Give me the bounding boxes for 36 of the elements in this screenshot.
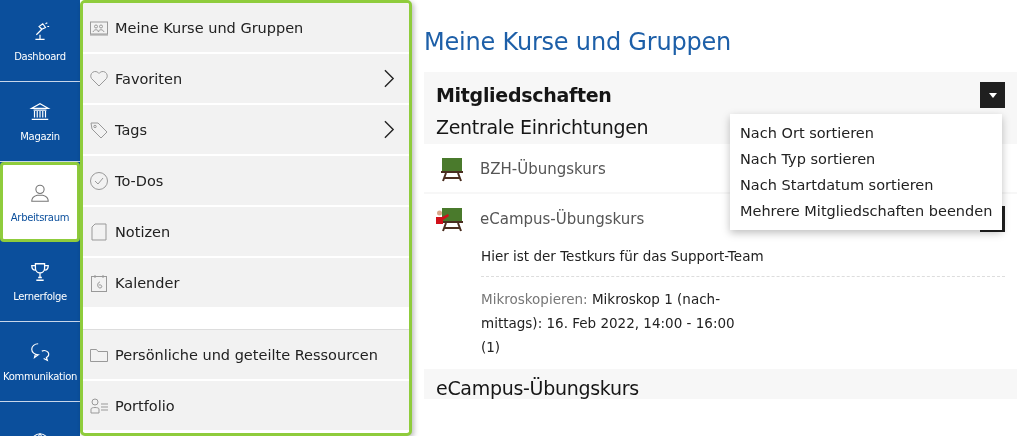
course-link[interactable]: eCampus-Übungskurs [480,210,645,228]
chat-icon [29,341,51,363]
submenu-item[interactable]: To-Dos [83,156,409,207]
calendar-icon [89,272,109,293]
page-title: Meine Kurse und Gruppen [424,28,733,56]
actions-button[interactable] [980,82,1005,108]
caret-down-icon [988,92,997,98]
property-label: Mikroskopieren: [481,291,588,307]
submenu-item[interactable]: Favoriten [83,54,409,105]
menu-item[interactable]: Nach Startdatum sortieren [730,172,1003,198]
menu-item[interactable]: Mehrere Mitgliedschaften beenden [730,198,1003,224]
submenu-item[interactable]: Kalender [83,258,409,309]
section-title: Zentrale Einrichtungen [436,116,649,138]
note-icon [89,221,109,242]
panel-title: Mitgliedschaften [436,84,612,106]
portfolio-icon [89,395,109,416]
menu-item[interactable]: Nach Ort sortieren [730,120,1003,146]
tag-icon [89,119,109,140]
submenu-item[interactable]: Portfolio [83,381,409,432]
heart-icon [89,68,109,89]
bank-icon [29,101,51,123]
submenu-item[interactable]: Persönliche und geteilte Ressourcen [83,330,409,381]
property-value: Mikroskop 1 (nach- [591,291,720,307]
submenu-item[interactable]: Notizen [83,207,409,258]
course-icon [436,206,464,232]
trophy-icon [29,261,51,283]
course-description: Hier ist der Testkurs für das Support-Team [481,248,1005,277]
rail-item[interactable]: Arbeitsraum [0,162,80,242]
course-link[interactable]: BZH-Übungskurs [480,160,606,178]
submenu-item[interactable]: Tags [83,105,409,156]
section-title: eCampus-Übungskurs [436,377,639,399]
property-value: mittags): 16. Feb 2022, 14:00 - 16:00 [481,315,735,331]
check-icon [89,170,109,191]
property-value: (1) [481,339,501,355]
submenu-item[interactable]: Meine Kurse und Gruppen [83,3,409,54]
menu-item[interactable]: Nach Typ sortieren [730,146,1003,172]
